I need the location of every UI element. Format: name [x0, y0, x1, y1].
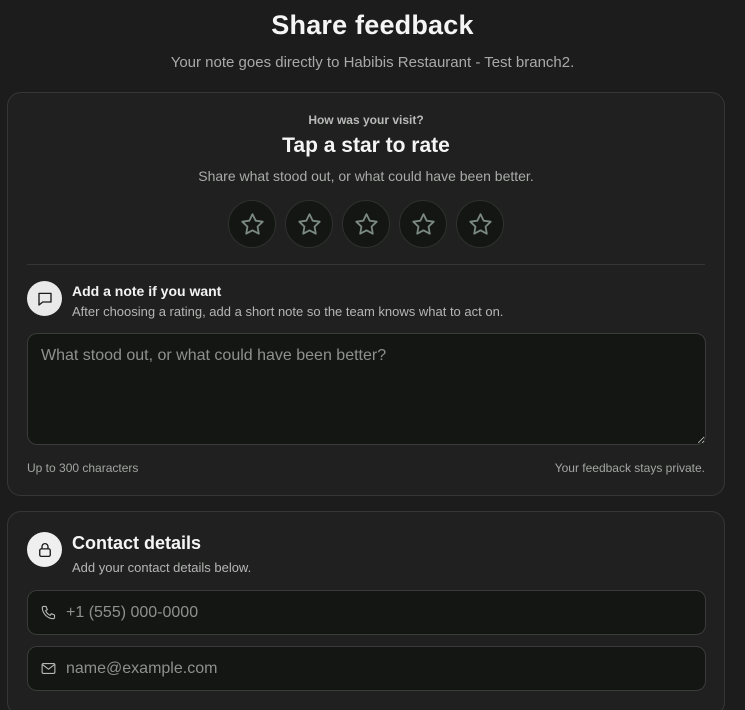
star-icon — [240, 212, 264, 235]
note-description: After choosing a rating, add a short not… — [72, 304, 504, 319]
char-limit-text: Up to 300 characters — [27, 461, 139, 475]
star-button-5[interactable] — [456, 200, 504, 248]
rating-hint: Share what stood out, or what could have… — [198, 168, 534, 184]
star-button-3[interactable] — [342, 200, 390, 248]
contact-title: Contact details — [72, 533, 202, 553]
star-button-1[interactable] — [228, 200, 276, 248]
phone-icon — [41, 605, 56, 620]
contact-card: Contact details Add your contact details… — [7, 511, 725, 710]
feedback-note-textarea[interactable] — [27, 333, 706, 445]
privacy-note: Your feedback stays private. — [554, 461, 705, 475]
phone-field — [27, 590, 706, 635]
message-square-icon — [27, 281, 62, 316]
star-icon — [354, 212, 378, 235]
star-button-4[interactable] — [399, 200, 447, 248]
page-subtitle: Your note goes directly to Habibis Resta… — [170, 54, 575, 71]
contact-description: Add your contact details below. — [72, 560, 252, 575]
email-field — [27, 646, 706, 691]
lock-icon — [27, 532, 62, 567]
star-icon — [468, 212, 492, 235]
rating-title: Tap a star to rate — [282, 134, 450, 157]
star-icon — [297, 212, 321, 235]
section-divider — [27, 264, 705, 265]
rating-card: How was your visit? Tap a star to rate S… — [7, 92, 725, 496]
star-rating — [228, 200, 504, 248]
page-title: Share feedback — [271, 10, 474, 40]
star-icon — [411, 212, 435, 235]
note-title: Add a note if you want — [72, 283, 222, 299]
mail-icon — [41, 662, 56, 675]
email-input[interactable] — [66, 647, 695, 690]
phone-input[interactable] — [66, 591, 695, 634]
rating-eyebrow: How was your visit? — [308, 113, 424, 127]
star-button-2[interactable] — [285, 200, 333, 248]
